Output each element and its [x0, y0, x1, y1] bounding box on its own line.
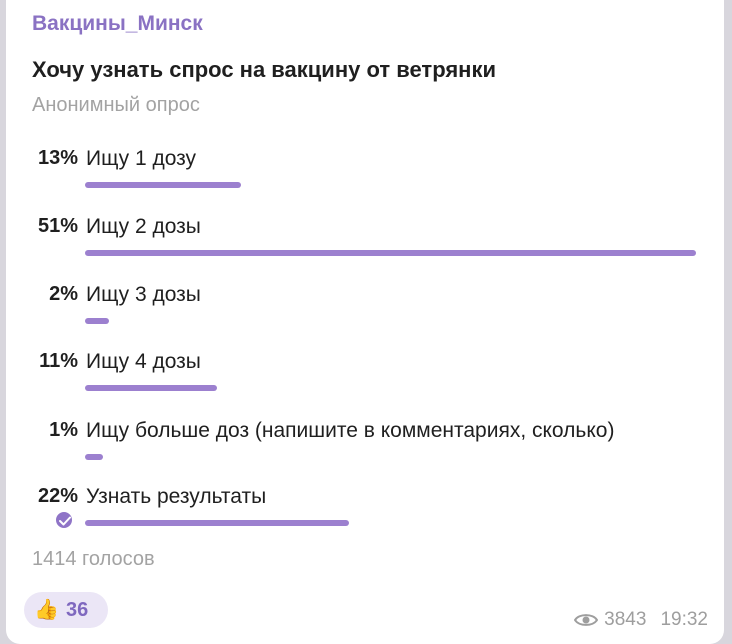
- option-percent: 13%: [37, 147, 78, 169]
- option-result-bar: [85, 250, 696, 256]
- channel-name[interactable]: Вакцины_Минск: [32, 12, 203, 36]
- vote-count: 1414 голосов: [32, 548, 155, 570]
- option-result-bar: [85, 385, 217, 391]
- poll-option-5[interactable]: 1% Ищу больше доз (напишите в комментари…: [6, 419, 724, 475]
- view-count: 3843: [604, 609, 647, 630]
- option-percent: 51%: [37, 215, 78, 237]
- poll-option-1[interactable]: 13% Ищу 1 дозу: [6, 147, 724, 203]
- option-label: Ищу больше доз (напишите в комментариях,…: [86, 419, 615, 442]
- option-label: Ищу 3 дозы: [86, 283, 201, 306]
- message-bubble: Вакцины_Минск Хочу узнать спрос на вакци…: [6, 0, 724, 644]
- poll-type-label: Анонимный опрос: [32, 94, 200, 116]
- poll-option-2[interactable]: 51% Ищу 2 дозы: [6, 215, 724, 271]
- option-label: Ищу 4 дозы: [86, 350, 201, 373]
- option-percent: 22%: [37, 485, 78, 507]
- message-meta: 3843 19:32: [573, 609, 708, 634]
- reaction-count: 36: [66, 599, 89, 621]
- option-label: Ищу 2 дозы: [86, 215, 201, 238]
- option-result-bar: [85, 454, 103, 460]
- poll-option-6[interactable]: 22% Узнать результаты: [6, 485, 724, 541]
- thumbs-up-icon: 👍: [34, 599, 59, 621]
- message-time: 19:32: [660, 609, 708, 630]
- poll-option-3[interactable]: 2% Ищу 3 дозы: [6, 283, 724, 339]
- option-result-bar: [85, 318, 109, 324]
- chosen-check-icon: [54, 510, 74, 530]
- eye-icon: [573, 612, 599, 634]
- poll-option-4[interactable]: 11% Ищу 4 дозы: [6, 350, 724, 406]
- poll-question: Хочу узнать спрос на вакцину от ветрянки: [32, 57, 497, 82]
- option-label: Узнать результаты: [86, 485, 267, 508]
- option-percent: 11%: [39, 350, 78, 372]
- option-result-bar: [85, 182, 241, 188]
- option-percent: 2%: [49, 283, 78, 305]
- option-result-bar: [85, 520, 349, 526]
- option-percent: 1%: [49, 419, 78, 441]
- reaction-button[interactable]: 👍 36: [24, 592, 108, 628]
- option-label: Ищу 1 дозу: [86, 147, 197, 170]
